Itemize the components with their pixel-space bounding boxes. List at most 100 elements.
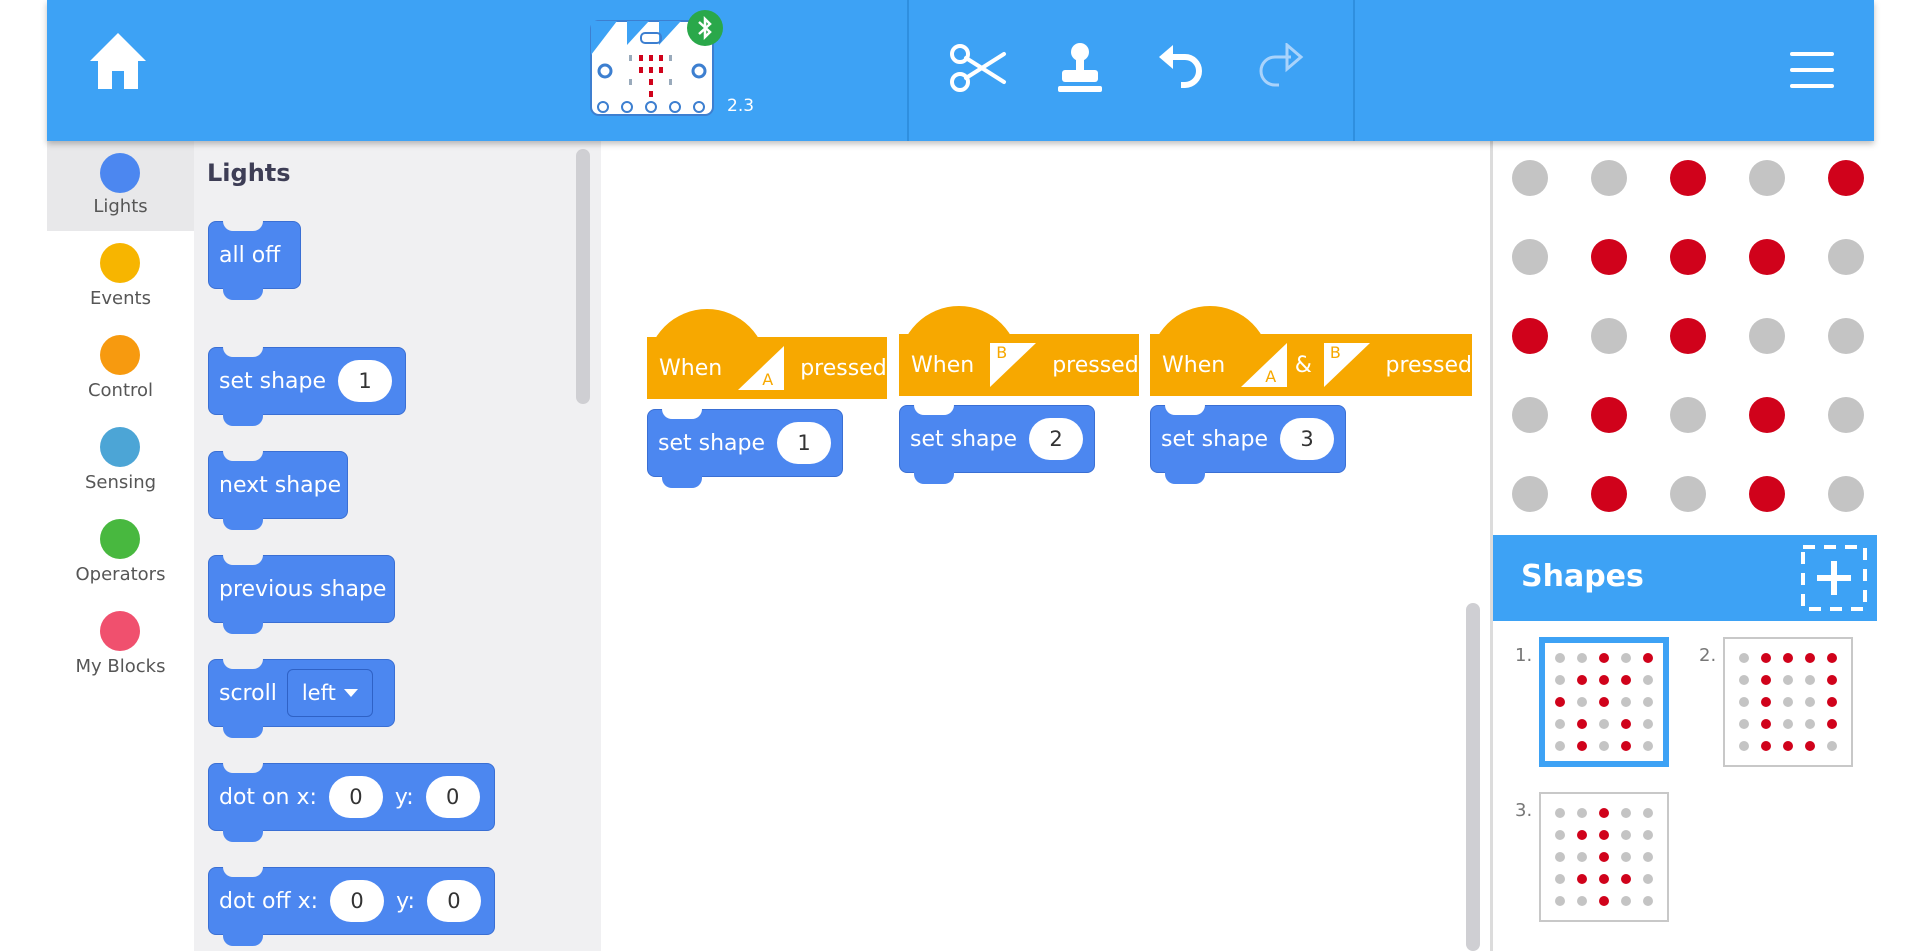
- block-all-off[interactable]: all off: [208, 221, 301, 300]
- add-shape-icon[interactable]: [1799, 543, 1869, 613]
- block-dot-on[interactable]: dot on x: 0 y: 0: [208, 763, 495, 842]
- undo-icon[interactable]: [1147, 38, 1213, 98]
- led-cell[interactable]: [1828, 239, 1864, 275]
- category-sensing[interactable]: Sensing: [47, 417, 194, 507]
- block-set-shape-3[interactable]: set shape 3: [1150, 405, 1346, 484]
- shape-thumbnail[interactable]: [1539, 792, 1669, 922]
- led-cell[interactable]: [1512, 160, 1548, 196]
- shape-number-input[interactable]: 3: [1280, 418, 1335, 460]
- category-my-blocks[interactable]: My Blocks: [47, 601, 194, 691]
- led-cell[interactable]: [1591, 160, 1627, 196]
- shape-dot: [1599, 653, 1609, 663]
- led-cell[interactable]: [1591, 239, 1627, 275]
- block-next-shape[interactable]: next shape: [208, 451, 348, 530]
- category-control[interactable]: Control: [47, 325, 194, 415]
- shape-dot: [1643, 896, 1653, 906]
- shape-dot: [1643, 808, 1653, 818]
- shape-dot: [1577, 675, 1587, 685]
- led-cell[interactable]: [1670, 160, 1706, 196]
- scroll-direction-dropdown[interactable]: left: [286, 669, 373, 717]
- when-button-b-pressed-block[interactable]: When B pressed: [899, 306, 1139, 396]
- lights-color-icon: [100, 153, 140, 193]
- led-cell[interactable]: [1670, 318, 1706, 354]
- menu-icon[interactable]: [1782, 40, 1842, 100]
- shape-dot: [1577, 741, 1587, 751]
- shape-dot: [1761, 719, 1771, 729]
- when-button-a-pressed-block[interactable]: When A pressed: [647, 309, 887, 399]
- button-b-icon: B: [988, 341, 1038, 389]
- home-icon[interactable]: [82, 25, 154, 97]
- led-cell[interactable]: [1749, 318, 1785, 354]
- led-cell[interactable]: [1828, 476, 1864, 512]
- shape-dot: [1805, 741, 1815, 751]
- shape-dot: [1621, 675, 1631, 685]
- y-label: y:: [394, 784, 414, 810]
- led-cell[interactable]: [1512, 476, 1548, 512]
- block-label: set shape: [910, 426, 1018, 452]
- shape-dot: [1577, 896, 1587, 906]
- shape-dot: [1577, 808, 1587, 818]
- shape-number: 2.: [1699, 645, 1717, 666]
- shape-dot: [1577, 653, 1587, 663]
- led-cell[interactable]: [1749, 476, 1785, 512]
- shape-number-input[interactable]: 1: [338, 360, 393, 402]
- scissors-icon[interactable]: [945, 38, 1011, 98]
- shape-dot: [1555, 653, 1565, 663]
- shape-dot: [1761, 653, 1771, 663]
- category-events[interactable]: Events: [47, 233, 194, 323]
- led-cell[interactable]: [1749, 239, 1785, 275]
- shape-dot: [1577, 830, 1587, 840]
- x-input[interactable]: 0: [330, 880, 385, 922]
- x-input[interactable]: 0: [328, 776, 383, 818]
- led-cell[interactable]: [1591, 318, 1627, 354]
- block-set-shape-2[interactable]: set shape 2: [899, 405, 1095, 484]
- shape-dot: [1805, 675, 1815, 685]
- shape-thumbnail[interactable]: [1539, 637, 1669, 767]
- led-cell[interactable]: [1670, 239, 1706, 275]
- category-operators[interactable]: Operators: [47, 509, 194, 599]
- led-cell[interactable]: [1749, 160, 1785, 196]
- stamp-icon[interactable]: [1047, 38, 1113, 98]
- block-previous-shape[interactable]: previous shape: [208, 555, 395, 634]
- led-cell[interactable]: [1828, 397, 1864, 433]
- hat-label: pressed: [800, 355, 887, 381]
- shape-dot: [1621, 874, 1631, 884]
- led-cell[interactable]: [1828, 318, 1864, 354]
- shape-editor-panel: Shapes 1. 2. 3.: [1490, 141, 1877, 951]
- category-lights[interactable]: Lights: [47, 141, 194, 231]
- shape-dot: [1599, 874, 1609, 884]
- led-cell[interactable]: [1670, 397, 1706, 433]
- led-cell[interactable]: [1828, 160, 1864, 196]
- led-cell[interactable]: [1591, 397, 1627, 433]
- shape-number-input[interactable]: 2: [1029, 418, 1084, 460]
- led-cell[interactable]: [1512, 239, 1548, 275]
- toolbar-divider: [1353, 0, 1355, 141]
- shape-dot: [1577, 852, 1587, 862]
- led-cell[interactable]: [1749, 397, 1785, 433]
- shape-dot: [1555, 719, 1565, 729]
- palette-scrollbar[interactable]: [576, 149, 590, 404]
- shape-number-input[interactable]: 1: [777, 422, 832, 464]
- button-letter: A: [1265, 367, 1277, 386]
- led-cell[interactable]: [1512, 397, 1548, 433]
- led-cell[interactable]: [1591, 476, 1627, 512]
- y-input[interactable]: 0: [425, 776, 480, 818]
- workspace-scrollbar[interactable]: [1466, 603, 1480, 951]
- block-set-shape[interactable]: set shape 1: [208, 347, 406, 426]
- shape-dot: [1599, 741, 1609, 751]
- led-cell[interactable]: [1512, 318, 1548, 354]
- shape-dot: [1621, 896, 1631, 906]
- block-dot-off[interactable]: dot off x: 0 y: 0: [208, 867, 495, 946]
- redo-icon[interactable]: [1247, 38, 1313, 98]
- shape-thumbnail[interactable]: [1723, 637, 1853, 767]
- shape-dot: [1643, 675, 1653, 685]
- script-workspace[interactable]: When A pressed set shape 1 When B presse…: [601, 141, 1490, 951]
- when-button-a-and-b-pressed-block[interactable]: When A & B pressed: [1150, 306, 1472, 396]
- shape-dot: [1827, 697, 1837, 707]
- y-input[interactable]: 0: [426, 880, 481, 922]
- shape-dot: [1599, 719, 1609, 729]
- block-scroll[interactable]: scroll left: [208, 659, 395, 738]
- block-set-shape-1[interactable]: set shape 1: [647, 409, 843, 488]
- shape-dot: [1827, 719, 1837, 729]
- led-cell[interactable]: [1670, 476, 1706, 512]
